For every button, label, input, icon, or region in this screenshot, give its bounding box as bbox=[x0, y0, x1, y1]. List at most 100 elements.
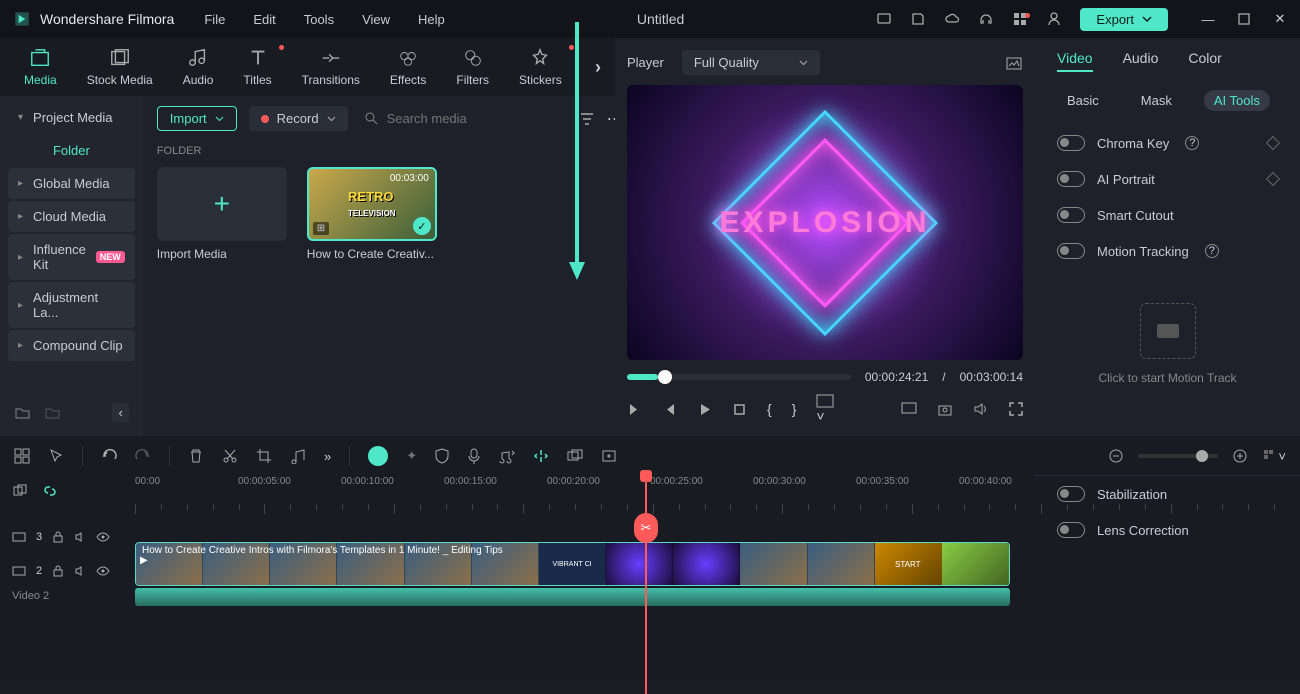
headphones-icon[interactable] bbox=[978, 11, 994, 27]
rtab-audio[interactable]: Audio bbox=[1123, 50, 1159, 72]
cut-icon[interactable] bbox=[222, 448, 238, 464]
next-frame-icon[interactable] bbox=[662, 402, 677, 417]
menu-file[interactable]: File bbox=[204, 12, 225, 27]
chroma-icon[interactable] bbox=[368, 446, 388, 466]
record-button[interactable]: Record bbox=[249, 106, 348, 131]
sidebar-compound-clip[interactable]: ▸Compound Clip bbox=[8, 330, 135, 361]
video-clip[interactable]: ▶ How to Create Creative Intros with Fil… bbox=[135, 542, 1010, 586]
rtab-video[interactable]: Video bbox=[1057, 50, 1093, 72]
sidebar-global-media[interactable]: ▸Global Media bbox=[8, 168, 135, 199]
fullscreen-icon[interactable] bbox=[1009, 402, 1023, 416]
tab-stickers[interactable]: Stickers bbox=[509, 43, 572, 91]
motion-track-cta[interactable]: Click to start Motion Track bbox=[1035, 273, 1300, 415]
audio-clip[interactable] bbox=[135, 588, 1010, 606]
timeline-view-icon[interactable]: ˅ bbox=[1262, 448, 1286, 464]
mute-icon[interactable] bbox=[74, 531, 86, 543]
quality-select[interactable]: Full Quality bbox=[682, 50, 820, 75]
keyframe-icon[interactable] bbox=[1266, 136, 1280, 150]
tab-media[interactable]: Media bbox=[14, 43, 67, 91]
rtab-color[interactable]: Color bbox=[1188, 50, 1221, 72]
keyframe-icon[interactable] bbox=[1266, 172, 1280, 186]
folder-icon[interactable] bbox=[44, 405, 60, 421]
export-button[interactable]: Export bbox=[1080, 8, 1168, 31]
cloud-icon[interactable] bbox=[944, 11, 960, 27]
nest-icon[interactable] bbox=[12, 483, 28, 499]
import-button[interactable]: Import bbox=[157, 106, 237, 131]
audio-sync-icon[interactable] bbox=[499, 448, 515, 464]
menu-edit[interactable]: Edit bbox=[253, 12, 275, 27]
camera-icon[interactable] bbox=[937, 402, 953, 416]
tab-transitions[interactable]: Transitions bbox=[292, 43, 370, 91]
shield-icon[interactable] bbox=[435, 448, 449, 464]
group-icon[interactable] bbox=[567, 449, 583, 463]
sidebar-folder[interactable]: Folder bbox=[8, 135, 135, 166]
play-icon[interactable] bbox=[697, 402, 712, 417]
help-icon[interactable]: ? bbox=[1185, 136, 1199, 150]
speed-icon[interactable] bbox=[290, 448, 306, 464]
search-input[interactable] bbox=[387, 111, 563, 126]
grid-icon[interactable] bbox=[14, 448, 30, 464]
scissors-icon[interactable]: ✂ bbox=[634, 513, 658, 543]
preview-screen[interactable]: EXPLOSION bbox=[627, 85, 1023, 360]
maximize-icon[interactable] bbox=[1236, 11, 1252, 27]
timeline-tracks[interactable]: ▶ How to Create Creative Intros with Fil… bbox=[135, 514, 1300, 681]
subtab-ai-tools[interactable]: AI Tools bbox=[1204, 90, 1270, 111]
zoom-out-icon[interactable] bbox=[1108, 448, 1124, 464]
search-box[interactable] bbox=[360, 107, 567, 130]
zoom-slider[interactable] bbox=[1138, 454, 1218, 458]
add-marker-icon[interactable] bbox=[601, 449, 617, 463]
delete-icon[interactable] bbox=[188, 448, 204, 464]
zoom-in-icon[interactable] bbox=[1232, 448, 1248, 464]
mark-out-icon[interactable]: } bbox=[792, 401, 797, 417]
menu-view[interactable]: View bbox=[362, 12, 390, 27]
smart-cutout-toggle[interactable] bbox=[1057, 207, 1085, 223]
sidebar-collapse-icon[interactable]: ‹ bbox=[112, 403, 128, 422]
subtab-basic[interactable]: Basic bbox=[1057, 90, 1109, 111]
subtab-mask[interactable]: Mask bbox=[1131, 90, 1182, 111]
lock-icon[interactable] bbox=[52, 565, 64, 577]
ai-portrait-toggle[interactable] bbox=[1057, 171, 1085, 187]
menu-help[interactable]: Help bbox=[418, 12, 445, 27]
mute-icon[interactable] bbox=[74, 565, 86, 577]
tab-filters[interactable]: Filters bbox=[446, 43, 499, 91]
tab-titles[interactable]: Titles bbox=[233, 43, 281, 91]
sidebar-cloud-media[interactable]: ▸Cloud Media bbox=[8, 201, 135, 232]
lock-icon[interactable] bbox=[52, 531, 64, 543]
chroma-key-toggle[interactable] bbox=[1057, 135, 1085, 151]
mark-in-icon[interactable]: { bbox=[767, 401, 772, 417]
stop-icon[interactable] bbox=[732, 402, 747, 417]
more-tools-icon[interactable]: » bbox=[324, 449, 331, 464]
close-icon[interactable]: ✕ bbox=[1272, 11, 1288, 27]
menu-tools[interactable]: Tools bbox=[304, 12, 334, 27]
snapshot-icon[interactable] bbox=[1005, 54, 1023, 72]
account-icon[interactable] bbox=[1046, 11, 1062, 27]
eye-icon[interactable] bbox=[96, 532, 110, 542]
tab-effects[interactable]: Effects bbox=[380, 43, 436, 91]
tab-audio[interactable]: Audio bbox=[173, 43, 224, 91]
save-icon[interactable] bbox=[910, 11, 926, 27]
media-clip-tile[interactable]: RETROTELEVISION 00:03:00 ⊞ ✓ How to Crea… bbox=[307, 167, 437, 261]
sparkle-icon[interactable]: ✦ bbox=[406, 448, 417, 464]
volume-icon[interactable] bbox=[973, 402, 989, 416]
minimize-icon[interactable]: — bbox=[1200, 11, 1216, 27]
scrubber[interactable] bbox=[627, 374, 851, 380]
new-folder-icon[interactable] bbox=[14, 405, 30, 421]
eye-icon[interactable] bbox=[96, 566, 110, 576]
time-ruler[interactable]: 00:00 00:00:05:00 00:00:10:00 00:00:15:0… bbox=[135, 476, 1300, 514]
crop-icon[interactable] bbox=[256, 448, 272, 464]
sidebar-adjustment-layer[interactable]: ▸Adjustment La... bbox=[8, 282, 135, 328]
undo-icon[interactable] bbox=[101, 448, 117, 464]
display-icon[interactable] bbox=[901, 402, 917, 416]
cursor-icon[interactable] bbox=[48, 448, 64, 464]
tab-stock-media[interactable]: Stock Media bbox=[77, 43, 163, 91]
link-icon[interactable] bbox=[42, 483, 58, 499]
sidebar-project-media[interactable]: ▾Project Media bbox=[8, 102, 135, 133]
mic-icon[interactable] bbox=[467, 448, 481, 464]
sidebar-influence-kit[interactable]: ▸Influence KitNEW bbox=[8, 234, 135, 280]
help-icon[interactable]: ? bbox=[1205, 244, 1219, 258]
playhead[interactable]: ✂ bbox=[645, 476, 647, 694]
device-icon[interactable] bbox=[876, 11, 892, 27]
redo-icon[interactable] bbox=[135, 448, 151, 464]
tabs-more-icon[interactable]: › bbox=[595, 57, 601, 78]
import-media-tile[interactable]: + Import Media bbox=[157, 167, 287, 261]
